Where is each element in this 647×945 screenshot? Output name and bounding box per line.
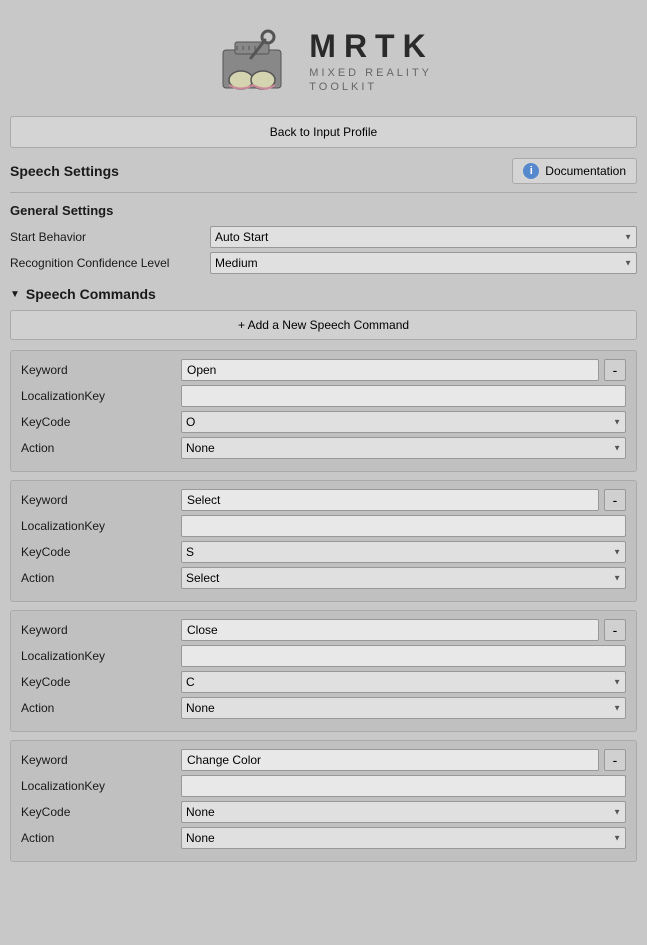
brand-text: MRTK MIXED REALITY TOOLKIT xyxy=(309,28,433,93)
command-3-keycode-row: KeyCode None C xyxy=(21,801,626,823)
command-3-action-select-wrapper: None Select xyxy=(181,827,626,849)
divider xyxy=(10,192,637,193)
command-3-action-select[interactable]: None Select xyxy=(181,827,626,849)
command-3-keycode-label: KeyCode xyxy=(21,805,181,819)
command-3-keyword-input-wrapper: - xyxy=(181,749,626,771)
command-0-action-select[interactable]: None Select xyxy=(181,437,626,459)
command-0-keyword-label: Keyword xyxy=(21,363,181,377)
command-2-keycode-row: KeyCode C None xyxy=(21,671,626,693)
command-1-keyword-input-wrapper: - xyxy=(181,489,626,511)
command-card-2: Keyword - LocalizationKey KeyCode C None xyxy=(10,610,637,732)
command-0-keyword-input-wrapper: - xyxy=(181,359,626,381)
speech-settings-header-row: Speech Settings i Documentation xyxy=(10,158,637,184)
command-3-action-row: Action None Select xyxy=(21,827,626,849)
command-1-keycode-select-wrapper: S None xyxy=(181,541,626,563)
start-behavior-row: Start Behavior Auto Start Manual Start xyxy=(10,226,637,248)
command-2-keyword-label: Keyword xyxy=(21,623,181,637)
command-0-localization-row: LocalizationKey xyxy=(21,385,626,407)
speech-commands-title: Speech Commands xyxy=(26,286,156,302)
command-0-keycode-row: KeyCode O None xyxy=(21,411,626,433)
command-0-remove-button[interactable]: - xyxy=(604,359,626,381)
mrtk-logo-icon xyxy=(213,20,293,100)
command-0-action-row: Action None Select xyxy=(21,437,626,459)
back-to-input-profile-button[interactable]: Back to Input Profile xyxy=(10,116,637,148)
brand-title: MRTK xyxy=(309,28,433,65)
command-1-keycode-label: KeyCode xyxy=(21,545,181,559)
command-2-keycode-select[interactable]: C None xyxy=(181,671,626,693)
command-1-action-label: Action xyxy=(21,571,181,585)
command-0-localization-input[interactable] xyxy=(181,385,626,407)
doc-button-label: Documentation xyxy=(545,164,626,178)
command-3-remove-button[interactable]: - xyxy=(604,749,626,771)
command-1-keyword-label: Keyword xyxy=(21,493,181,507)
command-card-1: Keyword - LocalizationKey KeyCode S None xyxy=(10,480,637,602)
command-1-remove-button[interactable]: - xyxy=(604,489,626,511)
command-1-localization-label: LocalizationKey xyxy=(21,519,181,533)
command-1-localization-input[interactable] xyxy=(181,515,626,537)
command-2-action-row: Action None Select xyxy=(21,697,626,719)
command-2-remove-button[interactable]: - xyxy=(604,619,626,641)
command-1-keyword-row: Keyword - xyxy=(21,489,626,511)
add-speech-command-button[interactable]: + Add a New Speech Command xyxy=(10,310,637,340)
command-2-keycode-select-wrapper: C None xyxy=(181,671,626,693)
command-1-keyword-input[interactable] xyxy=(181,489,599,511)
brand-sub2: TOOLKIT xyxy=(309,81,433,93)
command-2-action-select-wrapper: None Select xyxy=(181,697,626,719)
command-2-keyword-row: Keyword - xyxy=(21,619,626,641)
info-icon: i xyxy=(523,163,539,179)
recognition-confidence-row: Recognition Confidence Level Low Medium … xyxy=(10,252,637,274)
command-0-action-select-wrapper: None Select xyxy=(181,437,626,459)
command-3-keyword-label: Keyword xyxy=(21,753,181,767)
command-0-keycode-select-wrapper: O None xyxy=(181,411,626,433)
command-2-localization-input[interactable] xyxy=(181,645,626,667)
command-2-keyword-input-wrapper: - xyxy=(181,619,626,641)
main-content: Back to Input Profile Speech Settings i … xyxy=(0,116,647,880)
command-0-keyword-input[interactable] xyxy=(181,359,599,381)
collapse-triangle-icon: ▼ xyxy=(10,289,20,300)
general-settings-title: General Settings xyxy=(10,203,637,218)
command-2-keycode-label: KeyCode xyxy=(21,675,181,689)
command-3-keycode-select-wrapper: None C xyxy=(181,801,626,823)
command-2-keyword-input[interactable] xyxy=(181,619,599,641)
speech-settings-title: Speech Settings xyxy=(10,163,119,179)
command-card-0: Keyword - LocalizationKey KeyCode O None xyxy=(10,350,637,472)
command-1-localization-row: LocalizationKey xyxy=(21,515,626,537)
command-0-keyword-row: Keyword - xyxy=(21,359,626,381)
app-header: MRTK MIXED REALITY TOOLKIT xyxy=(0,0,647,116)
command-3-keycode-select[interactable]: None C xyxy=(181,801,626,823)
command-0-action-label: Action xyxy=(21,441,181,455)
command-2-localization-label: LocalizationKey xyxy=(21,649,181,663)
command-0-keycode-select[interactable]: O None xyxy=(181,411,626,433)
command-0-localization-label: LocalizationKey xyxy=(21,389,181,403)
command-3-action-label: Action xyxy=(21,831,181,845)
documentation-button[interactable]: i Documentation xyxy=(512,158,637,184)
command-1-keycode-row: KeyCode S None xyxy=(21,541,626,563)
command-3-keyword-input[interactable] xyxy=(181,749,599,771)
speech-commands-section: ▼ Speech Commands + Add a New Speech Com… xyxy=(10,286,637,862)
command-0-keycode-label: KeyCode xyxy=(21,415,181,429)
command-3-localization-label: LocalizationKey xyxy=(21,779,181,793)
command-2-action-select[interactable]: None Select xyxy=(181,697,626,719)
command-1-action-select[interactable]: None Select xyxy=(181,567,626,589)
speech-commands-header: ▼ Speech Commands xyxy=(10,286,637,302)
command-3-localization-row: LocalizationKey xyxy=(21,775,626,797)
start-behavior-select-wrapper: Auto Start Manual Start xyxy=(210,226,637,248)
start-behavior-select[interactable]: Auto Start Manual Start xyxy=(210,226,637,248)
command-3-localization-input[interactable] xyxy=(181,775,626,797)
recognition-confidence-select[interactable]: Low Medium High xyxy=(210,252,637,274)
recognition-confidence-label: Recognition Confidence Level xyxy=(10,256,210,270)
brand-sub1: MIXED REALITY xyxy=(309,67,433,79)
recognition-confidence-select-wrapper: Low Medium High xyxy=(210,252,637,274)
command-3-keyword-row: Keyword - xyxy=(21,749,626,771)
general-settings-section: General Settings Start Behavior Auto Sta… xyxy=(10,203,637,274)
command-1-keycode-select[interactable]: S None xyxy=(181,541,626,563)
command-card-3: Keyword - LocalizationKey KeyCode None C xyxy=(10,740,637,862)
command-2-localization-row: LocalizationKey xyxy=(21,645,626,667)
command-1-action-row: Action None Select xyxy=(21,567,626,589)
command-1-action-select-wrapper: None Select xyxy=(181,567,626,589)
command-2-action-label: Action xyxy=(21,701,181,715)
start-behavior-label: Start Behavior xyxy=(10,230,210,244)
